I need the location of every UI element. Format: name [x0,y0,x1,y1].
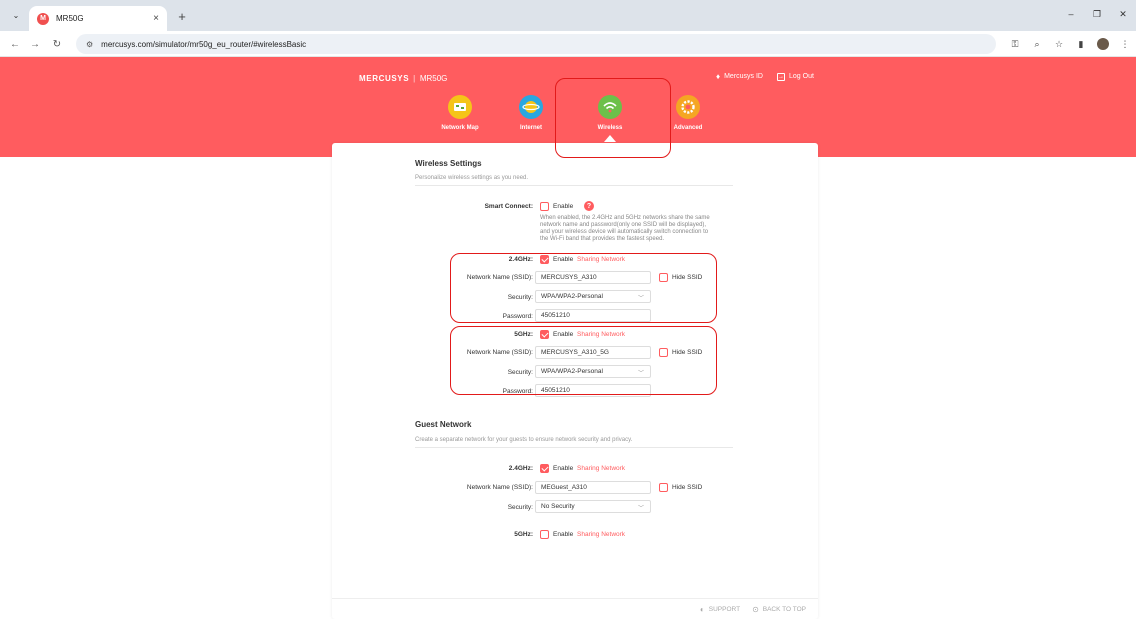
guest-ssid-label: Network Name (SSID): [466,484,533,491]
guest-band-24-enable-checkbox[interactable] [540,464,549,473]
smart-connect-label: Smart Connect: [484,203,533,210]
logout-icon: → [777,72,785,81]
profile-avatar[interactable] [1092,34,1114,54]
window-controls: – ❐ ✕ [1058,4,1136,24]
support-link[interactable]: ◐ SUPPORT [700,605,740,614]
guest-band-24-enable-label: Enable [553,465,574,472]
nav-label: Advanced [673,125,703,131]
mercusys-id-label: Mercusys ID [724,73,763,80]
highlight-5ghz-settings [450,326,717,395]
guest-band-5-enable-label: Enable [553,531,574,538]
logout-label: Log Out [789,73,814,80]
id-icon: ♦ [716,72,721,81]
guest-band-24-sharing-label: Sharing Network [577,465,626,472]
brand-separator: | [413,74,416,83]
browser-tab[interactable]: M MR50G × [29,6,167,31]
guest-band-5-enable-checkbox[interactable] [540,530,549,539]
highlight-24ghz-settings [450,253,717,323]
tab-search-icon[interactable]: ⌄ [7,6,25,24]
globe-icon [519,95,543,119]
guest-network-title: Guest Network [415,420,472,429]
toolbar-actions: ⚿ ⌕ ☆ ▮ ⋮ [1004,34,1136,54]
network-map-icon [448,95,472,119]
gear-icon [676,95,700,119]
chevron-down-icon: ﹀ [637,506,644,512]
back-icon[interactable]: ← [6,35,24,53]
model-name: MR50G [419,74,448,83]
support-label: SUPPORT [708,605,741,613]
smart-connect-enable-label: Enable [553,203,574,210]
nav-internet[interactable]: Internet [501,95,561,131]
brand-name: MERCUSYS [359,74,410,83]
section-divider [415,447,733,448]
address-bar[interactable]: ⚙ mercusys.com/simulator/mr50g_eu_router… [76,34,996,54]
new-tab-icon[interactable]: + [174,8,190,24]
browser-toolbar: ← → ↻ ⚙ mercusys.com/simulator/mr50g_eu_… [0,31,1136,57]
close-tab-icon[interactable]: × [153,13,159,24]
wireless-settings-description: Personalize wireless settings as you nee… [415,175,529,181]
headset-icon: ◐ [699,604,705,614]
url-text: mercusys.com/simulator/mr50g_eu_router/#… [101,39,307,49]
side-panel-icon[interactable]: ▮ [1070,34,1092,54]
guest-hide-ssid-checkbox[interactable] [659,483,668,492]
back-to-top-link[interactable]: ⊙ BACK TO TOP [752,605,806,614]
guest-band-24-label: 2.4GHz: [508,465,533,472]
browser-tab-bar: ⌄ M MR50G × + – ❐ ✕ [0,0,1136,31]
reload-icon[interactable]: ↻ [48,35,66,53]
mercusys-favicon-icon: M [37,12,49,25]
smart-connect-checkbox[interactable] [540,202,549,211]
zoom-icon[interactable]: ⌕ [1026,34,1048,54]
restore-icon[interactable]: ❐ [1084,4,1110,24]
logout-link[interactable]: → Log Out [777,72,814,81]
guest-band-5-sharing-label: Sharing Network [577,531,626,538]
nav-label: Network Map [441,125,479,131]
mercusys-id-link[interactable]: ♦ Mercusys ID [716,72,763,81]
arrow-up-circle-icon: ⊙ [752,604,759,614]
guest-security-select[interactable]: No Security ﹀ [535,500,651,513]
password-key-icon[interactable]: ⚿ [1004,34,1026,54]
guest-security-label: Security: [507,504,533,511]
site-info-icon[interactable]: ⚙ [86,40,93,49]
smart-connect-hint: When enabled, the 2.4GHz and 5GHz networ… [540,215,710,242]
forward-icon[interactable]: → [26,35,44,53]
minimize-icon[interactable]: – [1058,4,1084,24]
wireless-settings-title: Wireless Settings [415,159,482,168]
tab-title: MR50G [56,14,84,23]
section-divider [415,185,733,186]
brand-logo: MERCUSYS | MR50G [359,74,447,83]
guest-hide-ssid-label: Hide SSID [672,484,703,491]
page-footer: ◐ SUPPORT ⊙ BACK TO TOP [332,598,818,619]
close-window-icon[interactable]: ✕ [1110,4,1136,24]
back-to-top-label: BACK TO TOP [762,605,806,613]
guest-ssid-input[interactable]: MEGuest_A310 [535,481,651,494]
nav-label: Internet [519,125,542,131]
header-links: ♦ Mercusys ID → Log Out [716,72,828,81]
bookmark-star-icon[interactable]: ☆ [1048,34,1070,54]
help-icon[interactable]: ? [584,201,594,211]
guest-band-5-label: 5GHz: [514,531,533,538]
guest-network-description: Create a separate network for your guest… [415,437,633,443]
highlight-wireless-nav [555,78,671,158]
nav-network-map[interactable]: Network Map [430,95,490,131]
menu-icon[interactable]: ⋮ [1114,34,1136,54]
